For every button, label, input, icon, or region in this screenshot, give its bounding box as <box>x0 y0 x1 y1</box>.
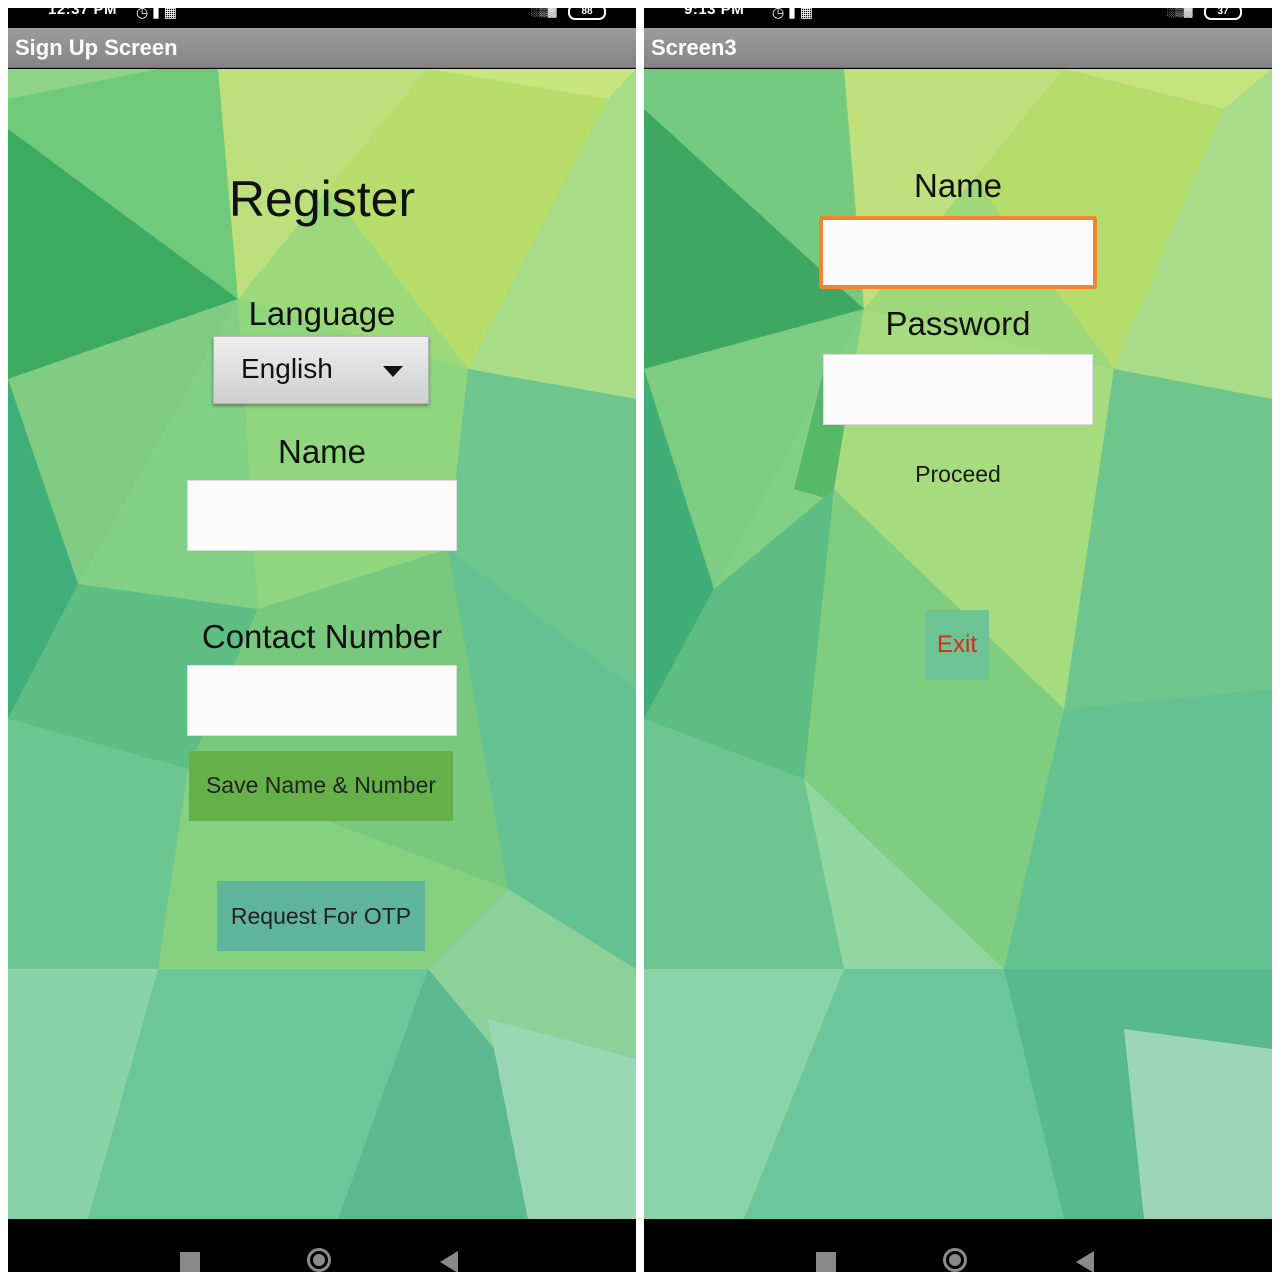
battery-icon: 37 <box>1204 8 1242 20</box>
language-dropdown[interactable]: English <box>213 336 429 404</box>
notification-icons: ◷ ▮ ▦ <box>772 8 813 21</box>
proceed-button[interactable]: Proceed <box>898 439 1018 509</box>
status-time: 12:37 PM <box>48 8 118 18</box>
home-circle-icon[interactable] <box>943 1248 967 1272</box>
sign-up-content: Register Language English Name Contact N… <box>8 69 636 1219</box>
calendar-icon: ▦ <box>163 8 177 20</box>
back-triangle-icon[interactable] <box>1076 1251 1094 1272</box>
calendar-icon: ▦ <box>799 8 813 20</box>
name-label: Name <box>277 433 367 470</box>
signal-icon: ░▒▓ <box>1166 8 1193 17</box>
system-icons: ░▒▓ 37 <box>1167 8 1242 20</box>
contact-number-input[interactable] <box>188 666 456 735</box>
screen-title: Screen3 <box>644 28 1272 68</box>
name-label: Name <box>913 167 1003 204</box>
screen3-content: Name Password Proceed Exit <box>644 69 1272 1219</box>
status-bar: 9:13 PM ◷ ▮ ▦ ░▒▓ 37 <box>644 8 1272 28</box>
request-otp-button[interactable]: Request For OTP <box>217 881 425 951</box>
system-icons: ░▒▓ 88 <box>531 8 606 20</box>
notification-icons: ◷ ▮ ▦ <box>136 8 177 21</box>
name-input[interactable] <box>188 481 456 550</box>
screen3-phone: 9:13 PM ◷ ▮ ▦ ░▒▓ 37 Screen3 Name Passwo… <box>644 8 1272 1272</box>
password-field[interactable] <box>823 354 1093 425</box>
clock-icon: ◷ <box>136 8 149 20</box>
navigation-bar <box>644 1219 1272 1272</box>
save-name-number-button[interactable]: Save Name & Number <box>189 751 453 821</box>
sign-up-screen-phone: 12:37 PM ◷ ▮ ▦ ░▒▓ 88 Sign Up Screen Reg… <box>8 8 636 1272</box>
message-icon: ▮ <box>788 8 796 20</box>
recents-square-icon[interactable] <box>180 1252 200 1272</box>
register-heading: Register <box>228 171 416 227</box>
password-label: Password <box>885 305 1031 342</box>
recents-square-icon[interactable] <box>816 1252 836 1272</box>
clock-icon: ◷ <box>772 8 785 20</box>
navigation-bar <box>8 1219 636 1272</box>
signal-icon: ░▒▓ <box>530 8 557 17</box>
dropdown-caret-icon <box>383 366 403 377</box>
message-icon: ▮ <box>152 8 160 20</box>
exit-button[interactable]: Exit <box>925 610 989 680</box>
name-input[interactable] <box>823 220 1093 285</box>
contact-number-label: Contact Number <box>201 618 443 655</box>
status-bar: 12:37 PM ◷ ▮ ▦ ░▒▓ 88 <box>8 8 636 28</box>
battery-icon: 88 <box>568 8 606 20</box>
home-circle-icon[interactable] <box>307 1248 331 1272</box>
language-value: English <box>241 353 333 384</box>
password-input[interactable] <box>824 355 1092 424</box>
contact-number-field[interactable] <box>187 665 457 736</box>
status-time: 9:13 PM <box>684 8 745 18</box>
back-triangle-icon[interactable] <box>440 1251 458 1272</box>
name-field[interactable] <box>819 216 1097 289</box>
name-field[interactable] <box>187 480 457 551</box>
screen-title: Sign Up Screen <box>8 28 636 68</box>
language-label: Language <box>248 295 396 332</box>
